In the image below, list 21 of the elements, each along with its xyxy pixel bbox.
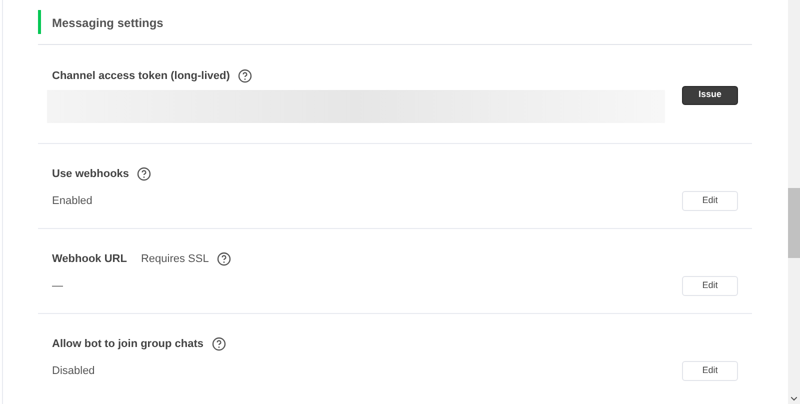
help-icon[interactable] (212, 336, 226, 351)
edit-button[interactable]: Edit (682, 361, 738, 381)
help-icon[interactable] (216, 252, 231, 266)
scroll-down-icon[interactable] (791, 397, 797, 401)
setting-value: Disabled (52, 364, 95, 379)
issue-button[interactable]: Issue (682, 86, 738, 104)
scrollbar-thumb[interactable] (788, 188, 800, 258)
help-icon[interactable] (137, 166, 152, 181)
scrollbar[interactable] (788, 0, 800, 404)
section-title: Messaging settings (52, 15, 164, 32)
edit-button[interactable]: Edit (682, 276, 738, 296)
edit-button[interactable]: Edit (682, 191, 738, 211)
setting-note: Requires SSL (140, 252, 209, 266)
setting-label: Channel access token (long-lived) (52, 69, 230, 84)
setting-label: Allow bot to join group chats (52, 336, 204, 352)
accent-bar (38, 10, 41, 34)
help-icon[interactable] (238, 69, 252, 84)
setting-label: Use webhooks (52, 166, 130, 182)
setting-label: Webhook URL (52, 252, 127, 266)
setting-value: Enabled (52, 194, 92, 209)
setting-value: — (52, 278, 63, 294)
